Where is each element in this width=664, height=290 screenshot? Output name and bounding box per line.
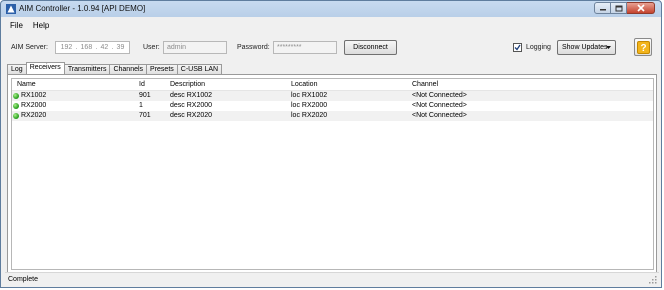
status-text: Complete xyxy=(8,276,38,283)
app-logo-icon xyxy=(6,4,16,14)
table-row[interactable]: RX1002 901 desc RX1002 loc RX1002 <Not C… xyxy=(12,91,653,101)
app-window: AIM Controller - 1.0.94 [API DEMO] File … xyxy=(0,0,662,288)
title-bar[interactable]: AIM Controller - 1.0.94 [API DEMO] xyxy=(1,1,661,17)
cell-description: desc RX2000 xyxy=(170,102,213,109)
receivers-list[interactable]: Name Id Description Location Channel RX1… xyxy=(11,78,654,270)
cell-name: RX2000 xyxy=(21,102,47,109)
list-header: Name Id Description Location Channel xyxy=(12,79,653,91)
help-button[interactable]: ? xyxy=(634,38,652,56)
checkmark-icon xyxy=(514,44,521,51)
help-icon: ? xyxy=(636,40,650,54)
show-updates-label: Show Updates xyxy=(562,44,608,51)
cell-id: 1 xyxy=(139,102,143,109)
cell-channel: <Not Connected> xyxy=(412,112,467,119)
server-ip-input[interactable]: 192 . 168 . 42 . 39 xyxy=(55,41,130,54)
tab-strip: Log Receivers Transmitters Channels Pres… xyxy=(7,62,223,74)
password-input[interactable]: ********* xyxy=(273,41,337,54)
status-online-icon xyxy=(13,103,19,109)
cell-channel: <Not Connected> xyxy=(412,92,467,99)
show-updates-dropdown[interactable]: Show Updates xyxy=(557,40,616,55)
disconnect-label: Disconnect xyxy=(353,44,388,51)
receivers-panel: Name Id Description Location Channel RX1… xyxy=(7,74,657,273)
maximize-button[interactable] xyxy=(611,2,627,14)
column-id[interactable]: Id xyxy=(139,81,145,88)
window-controls xyxy=(594,2,655,14)
cell-location: loc RX1002 xyxy=(291,92,328,99)
column-name[interactable]: Name xyxy=(17,81,36,88)
cell-location: loc RX2020 xyxy=(291,112,328,119)
minimize-button[interactable] xyxy=(594,2,611,14)
close-button[interactable] xyxy=(627,2,655,14)
cell-name: RX1002 xyxy=(21,92,47,99)
minimize-icon xyxy=(599,9,606,11)
logging-label: Logging xyxy=(526,44,551,51)
column-location[interactable]: Location xyxy=(291,81,317,88)
ip-octet-2: 168 xyxy=(80,44,93,51)
cell-description: desc RX1002 xyxy=(170,92,213,99)
tab-receivers[interactable]: Receivers xyxy=(25,62,65,74)
resize-grip-icon[interactable] xyxy=(649,276,657,284)
cell-location: loc RX2000 xyxy=(291,102,328,109)
password-label: Password: xyxy=(237,44,270,51)
tab-presets[interactable]: Presets xyxy=(146,64,178,74)
ip-octet-3: 42 xyxy=(100,44,109,51)
cell-id: 901 xyxy=(139,92,151,99)
cell-description: desc RX2020 xyxy=(170,112,213,119)
table-row[interactable]: RX2000 1 desc RX2000 loc RX2000 <Not Con… xyxy=(12,101,653,111)
user-input[interactable]: admin xyxy=(163,41,227,54)
menu-bar: File Help xyxy=(5,19,54,33)
table-row[interactable]: RX2020 701 desc RX2020 loc RX2020 <Not C… xyxy=(12,111,653,121)
tab-transmitters[interactable]: Transmitters xyxy=(63,64,111,74)
window-title: AIM Controller - 1.0.94 [API DEMO] xyxy=(19,4,146,13)
maximize-icon xyxy=(615,5,622,11)
cell-channel: <Not Connected> xyxy=(412,102,467,109)
column-channel[interactable]: Channel xyxy=(412,81,438,88)
ip-octet-1: 192 xyxy=(60,44,73,51)
chevron-down-icon xyxy=(606,46,611,49)
menu-help[interactable]: Help xyxy=(28,19,54,33)
status-bar: Complete xyxy=(5,272,659,285)
ip-octet-4: 39 xyxy=(116,44,125,51)
client-area: File Help AIM Server: 192 . 168 . 42 . 3… xyxy=(5,17,659,285)
svg-text:?: ? xyxy=(640,43,646,54)
tab-channels[interactable]: Channels xyxy=(109,64,148,74)
column-description[interactable]: Description xyxy=(170,81,205,88)
cell-name: RX2020 xyxy=(21,112,47,119)
status-online-icon xyxy=(13,113,19,119)
user-label: User: xyxy=(143,44,160,51)
tab-c-usb-lan[interactable]: C-USB LAN xyxy=(176,64,223,74)
disconnect-button[interactable]: Disconnect xyxy=(344,40,397,55)
status-online-icon xyxy=(13,93,19,99)
tab-log[interactable]: Log xyxy=(7,64,27,74)
close-icon xyxy=(636,4,645,12)
logging-checkbox[interactable] xyxy=(513,43,522,52)
server-label: AIM Server: xyxy=(11,44,48,51)
connection-toolbar: AIM Server: 192 . 168 . 42 . 39 User: ad… xyxy=(5,38,659,58)
menu-file[interactable]: File xyxy=(5,19,28,33)
cell-id: 701 xyxy=(139,112,151,119)
